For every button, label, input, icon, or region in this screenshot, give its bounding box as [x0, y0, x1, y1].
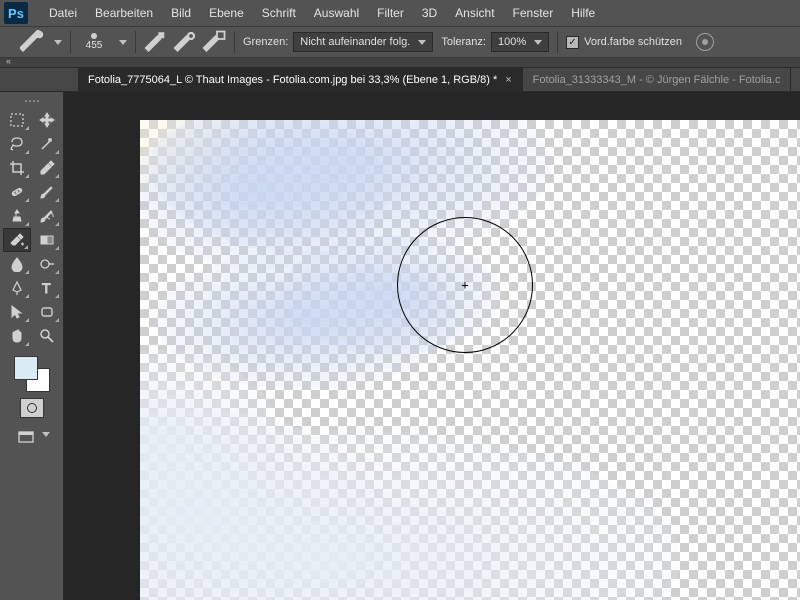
brush-size-value: 455 — [86, 41, 103, 51]
limits-dropdown[interactable]: Nicht aufeinander folg. — [293, 32, 433, 52]
toolbox-grip[interactable] — [4, 96, 60, 106]
tab-document-2[interactable]: Fotolia_31333343_M - © Jürgen Fälchle - … — [523, 68, 792, 91]
tab-label: Fotolia_31333343_M - © Jürgen Fälchle - … — [533, 74, 781, 86]
color-swatches[interactable] — [14, 356, 50, 392]
history-brush-tool[interactable] — [33, 204, 61, 228]
sampling-once-icon[interactable] — [173, 30, 197, 54]
lasso-tool[interactable] — [3, 132, 31, 156]
menu-image[interactable]: Bild — [162, 2, 200, 24]
sampling-continuous-icon[interactable] — [144, 30, 168, 54]
pen-tool[interactable] — [3, 276, 31, 300]
toolbox: T — [0, 92, 64, 600]
tool-preset-icon[interactable] — [20, 30, 44, 54]
brush-size-picker[interactable]: 455 — [79, 33, 109, 51]
menu-type[interactable]: Schrift — [253, 2, 305, 24]
screen-mode-caret-icon[interactable] — [42, 432, 50, 437]
options-bar: 455 Grenzen: Nicht aufeinander folg. Tol… — [0, 26, 800, 58]
menu-bar: Ps Datei Bearbeiten Bild Ebene Schrift A… — [0, 0, 800, 26]
brush-dot-icon — [91, 33, 97, 39]
sampling-swatch-icon[interactable] — [202, 30, 226, 54]
app-logo: Ps — [4, 2, 28, 24]
menu-3d[interactable]: 3D — [413, 2, 446, 24]
tolerance-value: 100% — [498, 36, 526, 48]
tolerance-dropdown[interactable]: 100% — [491, 32, 549, 52]
quick-mask-toggle[interactable] — [20, 398, 44, 418]
tolerance-label: Toleranz: — [441, 36, 486, 48]
hand-tool[interactable] — [3, 324, 31, 348]
main-area: T — [0, 92, 800, 600]
svg-text:T: T — [42, 280, 51, 296]
workspace — [64, 92, 800, 600]
foreground-color-swatch[interactable] — [14, 356, 38, 380]
path-select-tool[interactable] — [3, 300, 31, 324]
menu-view[interactable]: Ansicht — [446, 2, 503, 24]
screen-mode-button[interactable] — [14, 428, 38, 446]
move-tool[interactable] — [33, 108, 61, 132]
default-colors-icon[interactable] — [14, 382, 24, 392]
blur-tool[interactable] — [3, 252, 31, 276]
tab-document-1[interactable]: Fotolia_7775064_L © Thaut Images - Fotol… — [78, 68, 523, 91]
zoom-tool[interactable] — [33, 324, 61, 348]
transparency-checker — [140, 120, 800, 600]
brush-cursor — [397, 217, 533, 353]
swap-colors-icon[interactable] — [40, 356, 50, 366]
menu-file[interactable]: Datei — [40, 2, 86, 24]
menu-filter[interactable]: Filter — [368, 2, 413, 24]
limits-value: Nicht aufeinander folg. — [300, 36, 410, 48]
menu-select[interactable]: Auswahl — [305, 2, 368, 24]
tab-close-icon[interactable]: × — [505, 74, 511, 86]
document-canvas[interactable] — [140, 120, 800, 600]
brush-tool[interactable] — [33, 180, 61, 204]
sampling-buttons — [144, 30, 226, 54]
type-tool[interactable]: T — [33, 276, 61, 300]
shape-tool[interactable] — [33, 300, 61, 324]
tab-label: Fotolia_7775064_L © Thaut Images - Fotol… — [88, 74, 497, 86]
menu-layer[interactable]: Ebene — [200, 2, 253, 24]
document-tab-bar: Fotolia_7775064_L © Thaut Images - Fotol… — [0, 68, 800, 92]
tool-preset-caret-icon[interactable] — [54, 40, 62, 45]
menu-help[interactable]: Hilfe — [562, 2, 604, 24]
brush-caret-icon[interactable] — [119, 40, 127, 45]
limits-caret-icon — [418, 40, 426, 45]
pressure-target-icon[interactable] — [696, 33, 714, 51]
clone-stamp-tool[interactable] — [3, 204, 31, 228]
tolerance-caret-icon — [534, 40, 542, 45]
marquee-tool[interactable] — [3, 108, 31, 132]
panel-collapse-strip[interactable] — [0, 58, 800, 68]
eyedropper-tool[interactable] — [33, 156, 61, 180]
protect-fg-label: Vord.farbe schützen — [584, 36, 682, 48]
spot-heal-tool[interactable] — [3, 180, 31, 204]
crop-tool[interactable] — [3, 156, 31, 180]
menu-edit[interactable]: Bearbeiten — [86, 2, 162, 24]
menu-window[interactable]: Fenster — [504, 2, 563, 24]
dodge-tool[interactable] — [33, 252, 61, 276]
protect-fg-checkbox[interactable]: ✓ — [566, 36, 579, 49]
background-eraser-tool[interactable] — [3, 228, 31, 252]
magic-wand-tool[interactable] — [33, 132, 61, 156]
limits-label: Grenzen: — [243, 36, 288, 48]
gradient-tool[interactable] — [33, 228, 61, 252]
